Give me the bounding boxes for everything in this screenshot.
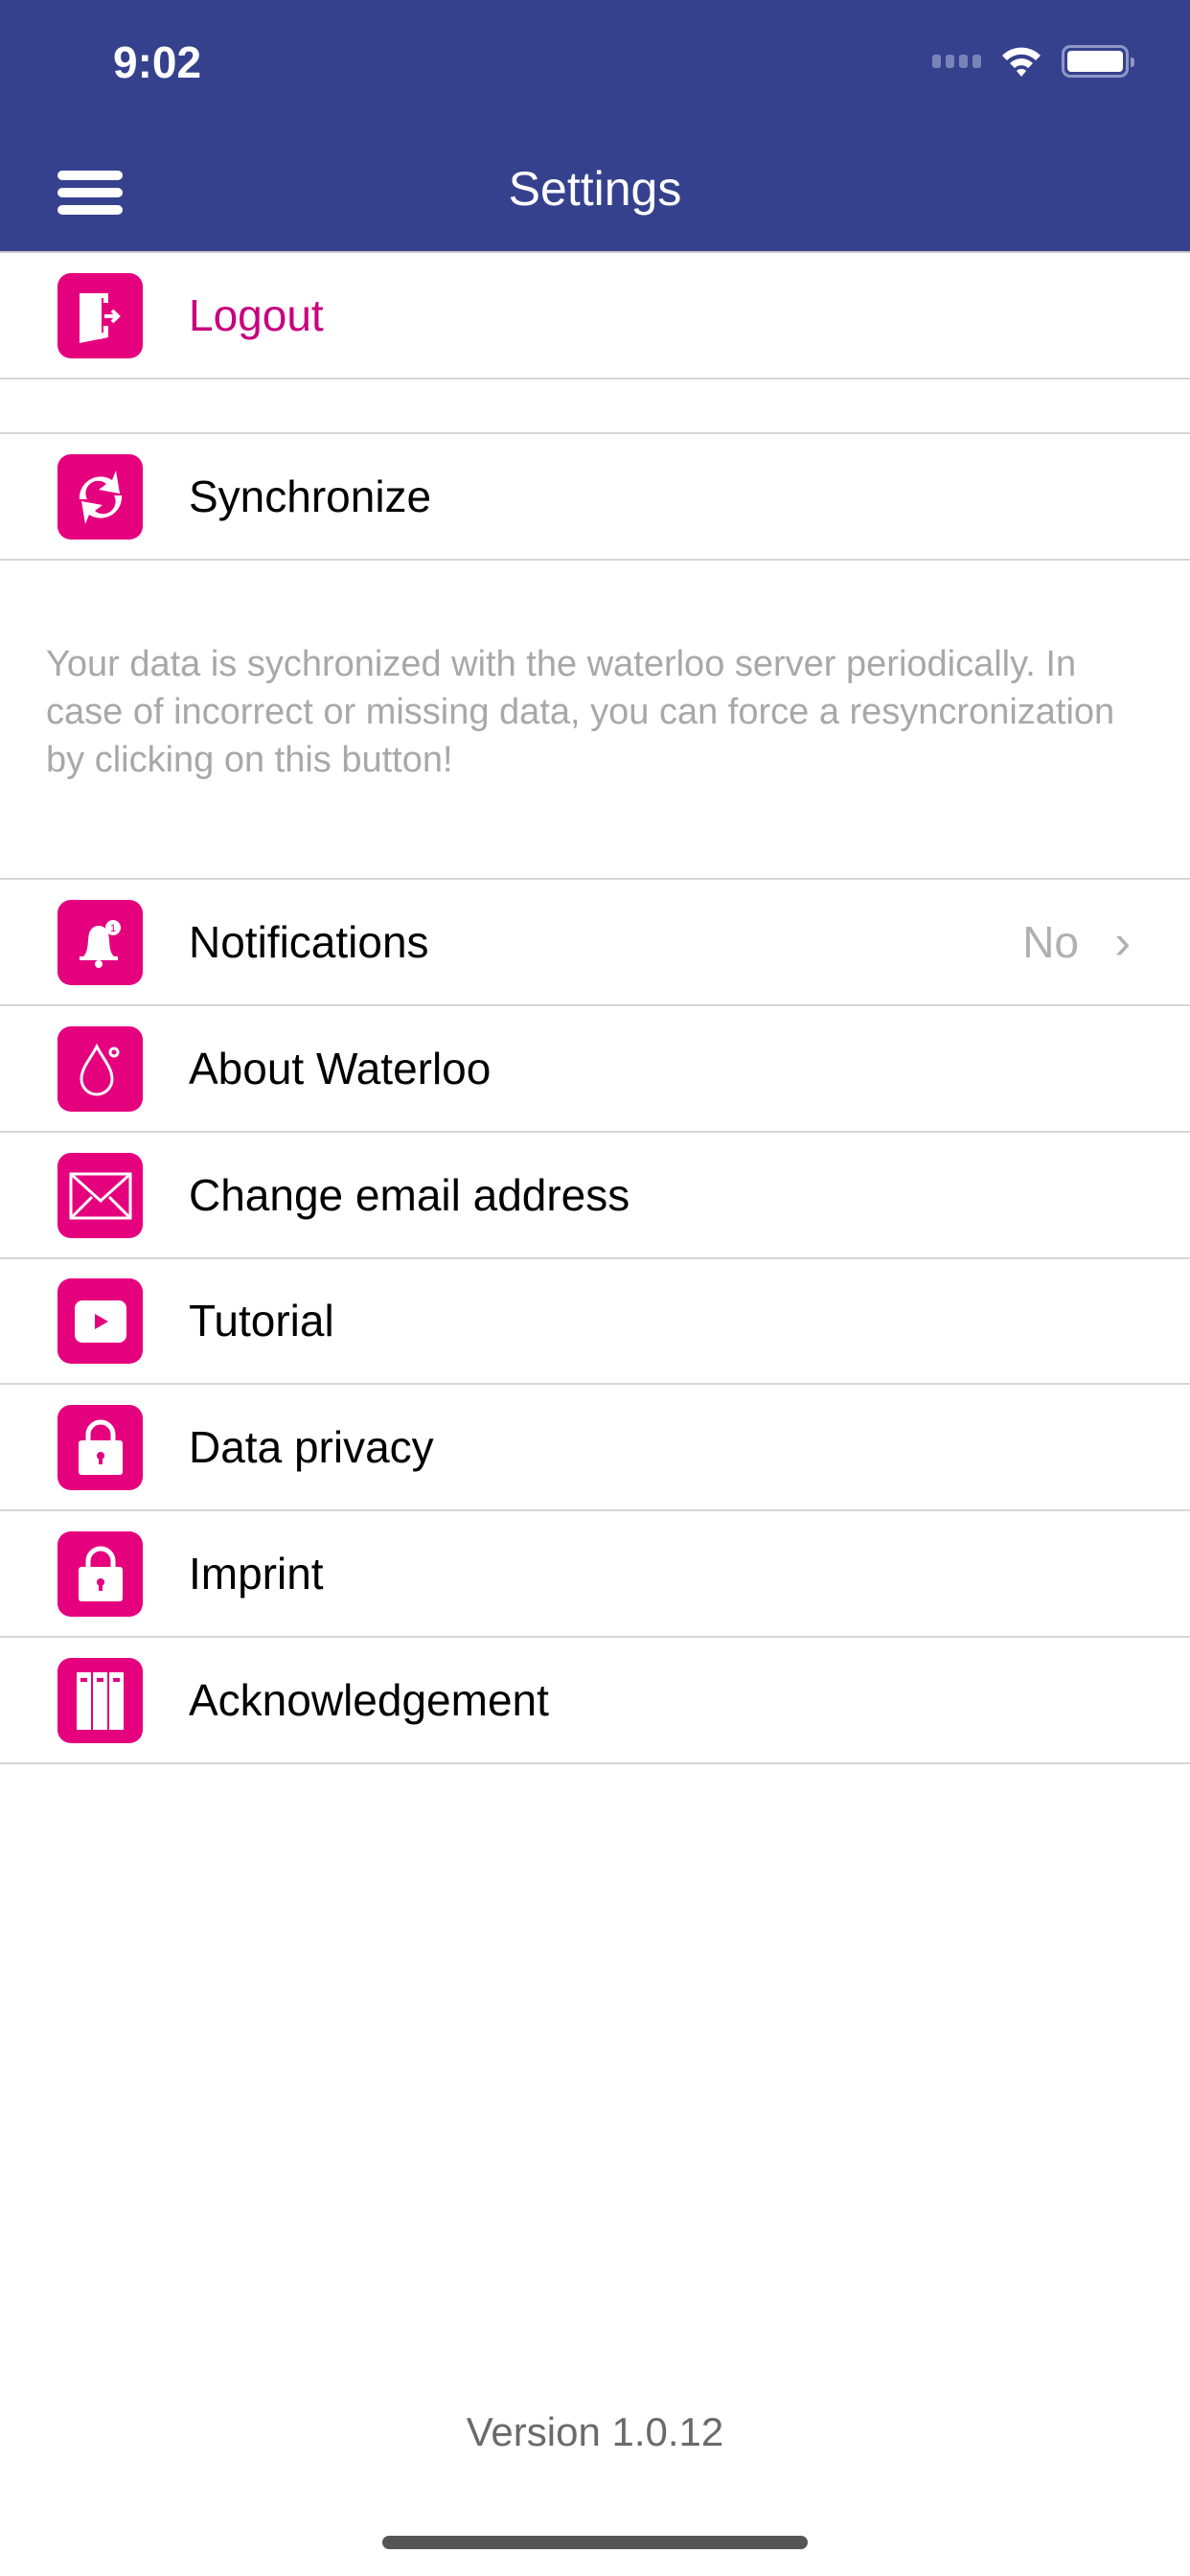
about-waterloo-label: About Waterloo <box>189 1044 492 1093</box>
tutorial-label: Tutorial <box>189 1296 334 1346</box>
notifications-value: No <box>1022 917 1079 967</box>
version-label: Version 1.0.12 <box>466 2409 724 2454</box>
wifi-icon <box>1002 47 1041 77</box>
sync-icon <box>57 454 143 540</box>
acknowledgement-row[interactable]: Acknowledgement <box>0 1638 1190 1764</box>
lock-icon <box>57 1531 143 1617</box>
books-icon <box>57 1658 143 1743</box>
signal-icon <box>932 55 981 68</box>
tutorial-row[interactable]: Tutorial <box>0 1258 1190 1385</box>
synchronize-description: Your data is sychronized with the waterl… <box>46 644 1115 780</box>
acknowledgement-label: Acknowledgement <box>189 1675 549 1725</box>
about-waterloo-row[interactable]: About Waterloo <box>0 1006 1190 1133</box>
synchronize-row[interactable]: Synchronize <box>0 432 1190 561</box>
synchronize-label: Synchronize <box>189 472 432 521</box>
lock-icon <box>57 1405 143 1490</box>
logout-row[interactable]: Logout <box>0 253 1190 380</box>
navigation-bar: 9:02 Settings <box>0 0 1190 253</box>
imprint-label: Imprint <box>189 1549 324 1598</box>
change-email-label: Change email address <box>189 1170 630 1220</box>
battery-icon <box>1062 45 1134 78</box>
logout-label: Logout <box>189 290 324 340</box>
notifications-label: Notifications <box>189 917 429 967</box>
home-indicator[interactable] <box>382 2536 808 2549</box>
data-privacy-row[interactable]: Data privacy <box>0 1385 1190 1511</box>
svg-text:1: 1 <box>109 923 115 934</box>
bell-icon: 1 <box>57 900 143 985</box>
play-video-icon <box>57 1278 143 1364</box>
logout-door-icon <box>57 273 143 358</box>
envelope-icon <box>57 1153 143 1238</box>
status-icons <box>932 42 1134 80</box>
status-time: 9:02 <box>113 37 202 87</box>
notifications-row[interactable]: 1 Notifications No › <box>0 880 1190 1006</box>
page-title: Settings <box>508 162 682 216</box>
data-privacy-label: Data privacy <box>189 1422 434 1472</box>
chevron-right-icon: › <box>1114 915 1131 969</box>
change-email-row[interactable]: Change email address <box>0 1133 1190 1259</box>
imprint-row[interactable]: Imprint <box>0 1511 1190 1638</box>
water-drop-icon <box>57 1026 143 1112</box>
